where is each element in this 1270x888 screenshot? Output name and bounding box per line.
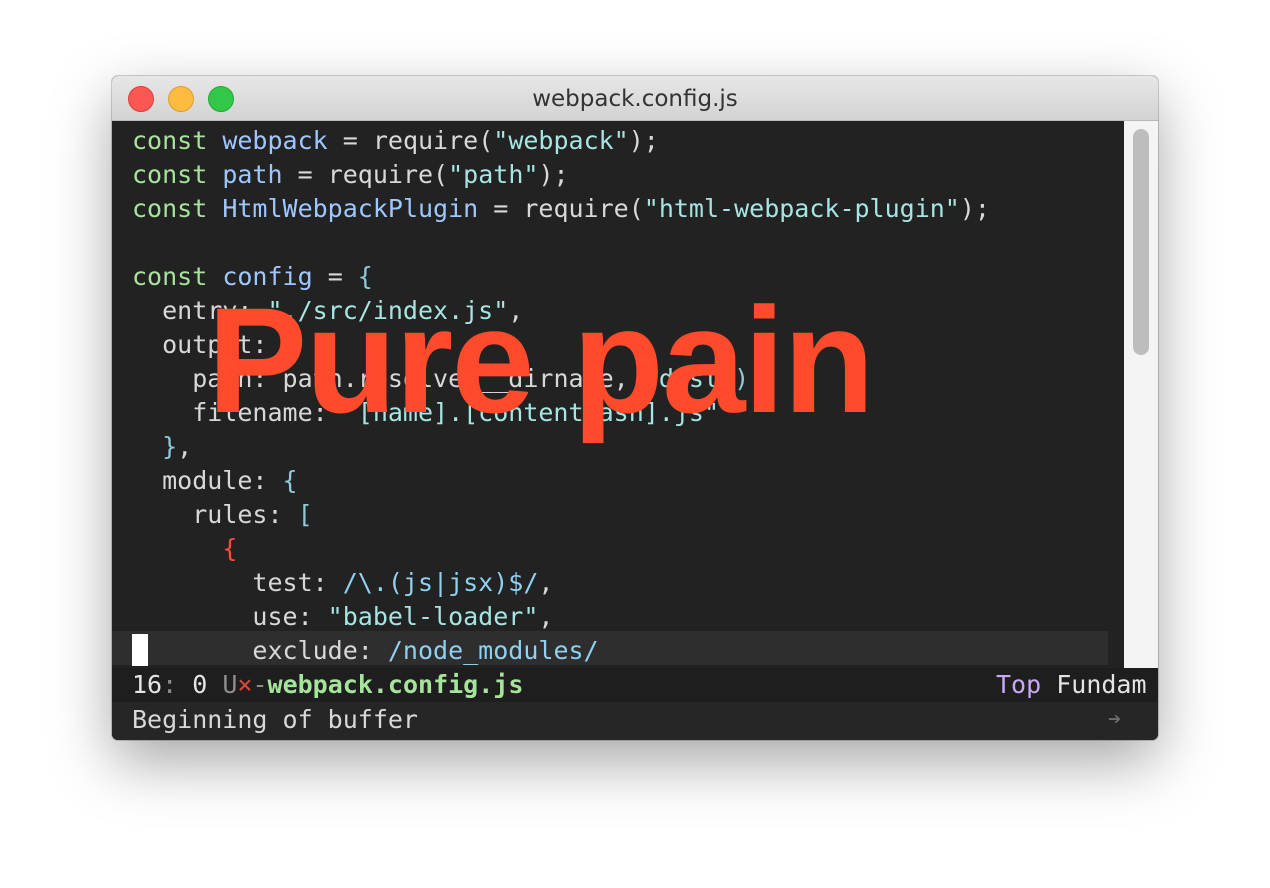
echo-area[interactable]: Beginning of buffer ➔ xyxy=(112,702,1158,740)
buffer-position: Top xyxy=(996,670,1042,699)
code-line[interactable]: path: path.resolve(__dirname, "dist"), xyxy=(132,362,990,396)
scrollbar-thumb[interactable] xyxy=(1133,129,1149,355)
code-token: "./src/index.js" xyxy=(267,296,509,325)
code-token: "babel-loader" xyxy=(327,602,539,631)
code-token: , xyxy=(538,602,554,631)
code-line[interactable]: const HtmlWebpackPlugin = require("html-… xyxy=(132,192,990,226)
code-token: ) xyxy=(734,364,750,393)
line-number: 16 xyxy=(132,670,163,699)
code-line[interactable]: use: "babel-loader", xyxy=(132,600,990,634)
code-token: "[name].[contenthash].js" xyxy=(342,398,720,427)
major-mode[interactable]: Fundam xyxy=(1056,670,1146,699)
code-token: = require( xyxy=(478,194,644,223)
text-cursor xyxy=(132,634,148,666)
mode-line-right: Top Fundam xyxy=(996,668,1147,702)
code-token: exclude: xyxy=(132,636,388,665)
right-fringe xyxy=(1108,121,1124,671)
code-token: module: xyxy=(132,466,283,495)
code-token: config xyxy=(222,262,313,291)
code-token: ); xyxy=(959,194,990,223)
code-token: , xyxy=(749,364,765,393)
code-token: const xyxy=(132,126,208,155)
code-token: use: xyxy=(132,602,328,631)
modeline-dash: - xyxy=(252,670,268,699)
code-token: { xyxy=(222,534,238,563)
code-token: const xyxy=(132,262,208,291)
code-line[interactable]: output: { xyxy=(132,328,990,362)
code-token: ); xyxy=(628,126,659,155)
scrollbar[interactable] xyxy=(1124,121,1158,671)
title-bar[interactable]: webpack.config.js xyxy=(112,76,1158,121)
emacs-window: webpack.config.js const webpack = requir… xyxy=(112,76,1158,740)
position-separator: : xyxy=(162,670,178,699)
code-token: , xyxy=(177,432,193,461)
code-buffer[interactable]: const webpack = require("webpack"); const… xyxy=(132,124,990,668)
editor-area[interactable]: const webpack = require("webpack"); const… xyxy=(112,121,1108,671)
code-token: , xyxy=(508,296,524,325)
code-token: output: xyxy=(132,330,283,359)
column-number: 0 xyxy=(177,670,208,699)
continuation-arrow-icon: ➔ xyxy=(1108,707,1122,732)
code-token: } xyxy=(162,432,178,461)
code-line[interactable] xyxy=(132,226,990,260)
code-line[interactable]: entry: "./src/index.js", xyxy=(132,294,990,328)
code-token: "dist" xyxy=(643,364,735,393)
code-line[interactable]: }, xyxy=(132,430,990,464)
code-token: { xyxy=(357,262,373,291)
code-token: const xyxy=(132,160,208,189)
echo-message: Beginning of buffer xyxy=(132,705,418,734)
code-line[interactable]: const webpack = require("webpack"); xyxy=(132,124,990,158)
code-token: ( xyxy=(463,364,479,393)
code-token: = require( xyxy=(327,126,494,155)
code-token: { xyxy=(282,330,298,359)
code-token: path xyxy=(222,160,283,189)
code-token: path: path.resolve xyxy=(132,364,464,393)
code-line[interactable]: test: /\.(js|jsx)$/, xyxy=(132,566,990,600)
code-token: [ xyxy=(297,500,313,529)
code-token: { xyxy=(282,466,298,495)
code-token: const xyxy=(132,194,208,223)
mode-line-left: 16: 0 U×-webpack.config.js xyxy=(132,668,523,702)
window-title: webpack.config.js xyxy=(532,86,738,112)
encoding-indicator: U xyxy=(207,670,238,699)
code-token: rules: xyxy=(132,500,298,529)
code-line[interactable]: const config = { xyxy=(132,260,990,294)
code-token: webpack xyxy=(222,126,328,155)
code-token: "path" xyxy=(448,160,539,189)
code-token: , xyxy=(538,568,554,597)
code-token: test: xyxy=(132,568,343,597)
code-line[interactable]: { xyxy=(132,532,990,566)
code-line[interactable]: const path = require("path"); xyxy=(132,158,990,192)
code-token: HtmlWebpackPlugin xyxy=(222,194,479,223)
code-token: ); xyxy=(538,160,569,189)
code-token: entry: xyxy=(132,296,268,325)
code-token: __dirname, xyxy=(478,364,644,393)
code-token: = xyxy=(312,262,358,291)
code-token: "webpack" xyxy=(493,126,629,155)
code-line[interactable]: module: { xyxy=(132,464,990,498)
code-line[interactable]: rules: [ xyxy=(132,498,990,532)
buffer-name[interactable]: webpack.config.js xyxy=(268,670,524,699)
mode-line[interactable]: 16: 0 U×-webpack.config.js Top Fundam xyxy=(112,668,1158,702)
code-token: filename: xyxy=(132,398,343,427)
code-line[interactable]: exclude: /node_modules/ xyxy=(132,634,990,668)
code-token: /\.(js|jsx)$/ xyxy=(342,568,539,597)
modified-indicator: × xyxy=(237,670,253,699)
code-line[interactable]: filename: "[name].[contenthash].js" xyxy=(132,396,990,430)
code-token: = require( xyxy=(282,160,449,189)
code-token: "html-webpack-plugin" xyxy=(643,194,960,223)
code-token: /node_modules/ xyxy=(387,636,599,665)
